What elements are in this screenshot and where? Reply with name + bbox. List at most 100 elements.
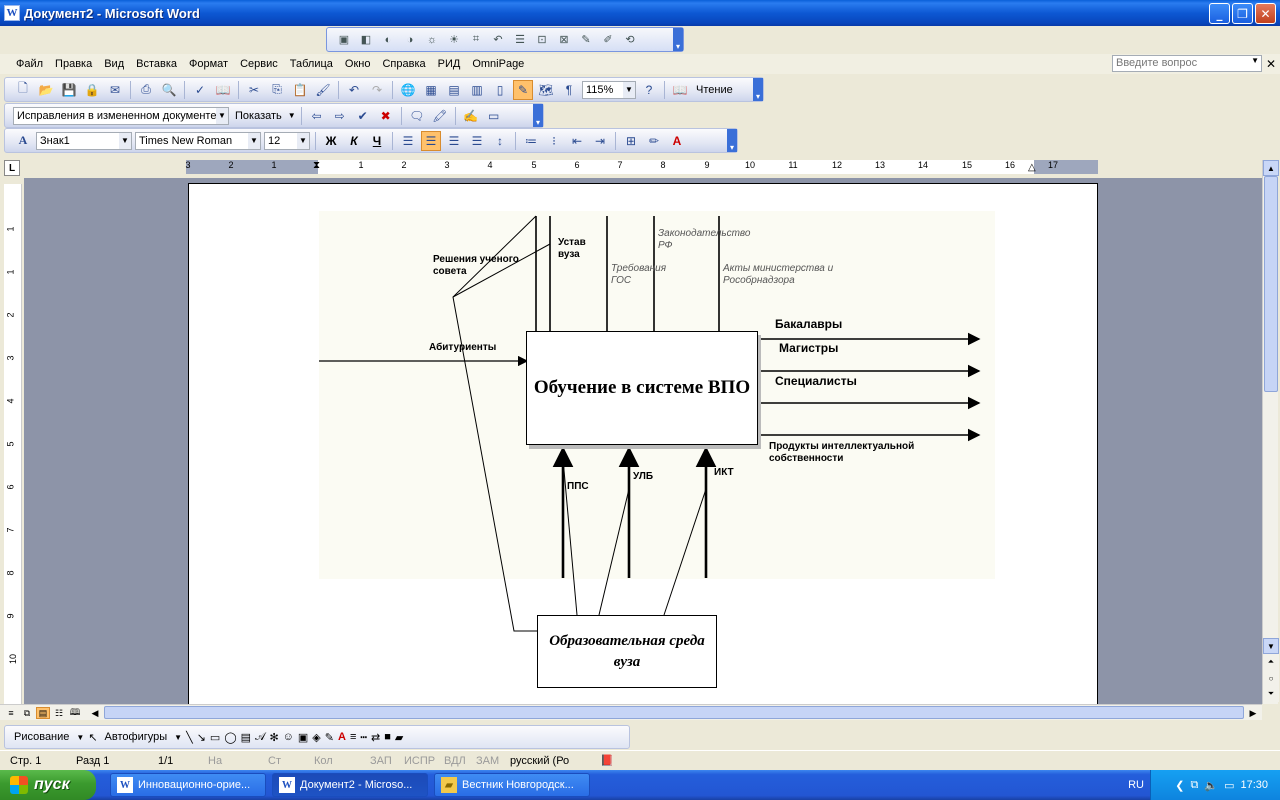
- decrease-indent-icon[interactable]: ⇤: [567, 131, 587, 151]
- tab-selector[interactable]: L: [4, 160, 20, 176]
- open-icon[interactable]: 📂: [36, 80, 56, 100]
- status-overtype[interactable]: ЗАМ: [472, 755, 506, 767]
- right-indent-marker-icon[interactable]: △: [1028, 162, 1036, 173]
- dash-style-icon[interactable]: ┅: [360, 731, 367, 744]
- fill-color-icon[interactable]: ◈: [312, 731, 320, 744]
- insert-excel-icon[interactable]: ▥: [467, 80, 487, 100]
- normal-view-icon[interactable]: ≡: [4, 707, 18, 719]
- help-icon[interactable]: ?: [639, 80, 659, 100]
- align-right-icon[interactable]: ☰: [444, 131, 464, 151]
- select-browse-object-icon[interactable]: ○: [1263, 670, 1279, 686]
- font-color-icon[interactable]: A: [667, 131, 687, 151]
- rotate-icon[interactable]: ↶: [489, 31, 507, 49]
- style-select[interactable]: Знак1 ▼: [36, 131, 132, 150]
- increase-indent-icon[interactable]: ⇥: [590, 131, 610, 151]
- line-icon[interactable]: ╲: [186, 731, 193, 744]
- menu-window[interactable]: Окно: [339, 58, 377, 70]
- reviewing-pane-icon[interactable]: ▭: [484, 106, 504, 126]
- new-document-icon[interactable]: 🗋: [13, 80, 33, 100]
- copy-icon[interactable]: ⎘: [267, 80, 287, 100]
- oval-icon[interactable]: ◯: [224, 731, 236, 744]
- show-menu-button[interactable]: Показать: [232, 110, 285, 122]
- clip-art-icon[interactable]: ☺: [283, 731, 294, 743]
- menu-edit[interactable]: Правка: [49, 58, 98, 70]
- rectangle-icon[interactable]: ▭: [210, 731, 220, 744]
- next-change-icon[interactable]: ⇨: [330, 106, 350, 126]
- spelling-icon[interactable]: ✓: [190, 80, 210, 100]
- permission-icon[interactable]: 🔒: [82, 80, 102, 100]
- toolbar-options-icon[interactable]: ▾: [727, 129, 737, 152]
- highlight-icon[interactable]: 🖍: [430, 106, 450, 126]
- spelling-status-icon[interactable]: 📕: [584, 754, 614, 767]
- previous-change-icon[interactable]: ⇦: [307, 106, 327, 126]
- monitor-icon[interactable]: ▭: [1224, 779, 1234, 792]
- borders-icon[interactable]: ⊞: [621, 131, 641, 151]
- menu-tools[interactable]: Сервис: [234, 58, 284, 70]
- set-transparent-icon[interactable]: ✐: [599, 31, 617, 49]
- italic-button[interactable]: К: [344, 131, 364, 151]
- toolbar-options-icon[interactable]: ▾: [673, 28, 683, 51]
- bold-button[interactable]: Ж: [321, 131, 341, 151]
- bullets-icon[interactable]: ⁝: [544, 131, 564, 151]
- less-contrast-icon[interactable]: ◑: [401, 31, 419, 49]
- redo-icon[interactable]: ↷: [367, 80, 387, 100]
- menu-insert[interactable]: Вставка: [130, 58, 183, 70]
- format-painter-icon[interactable]: 🖌: [313, 80, 333, 100]
- print-preview-icon[interactable]: 🔍: [159, 80, 179, 100]
- horizontal-ruler[interactable]: 3 2 1 1 2 3 4 5 6 7 8 9 10 11 12 13 14 1…: [185, 160, 1098, 174]
- menu-omnipage[interactable]: OmniPage: [466, 58, 530, 70]
- insert-comment-icon[interactable]: 🗨: [407, 106, 427, 126]
- crop-icon[interactable]: ⌗: [467, 31, 485, 49]
- chevron-down-icon[interactable]: ▼: [216, 107, 228, 124]
- horizontal-scrollbar[interactable]: ≡ ⧉ ▤ ☷ 🕮 ◀ ▶: [0, 704, 1262, 720]
- track-changes-icon[interactable]: ✍: [461, 106, 481, 126]
- menu-help[interactable]: Справка: [376, 58, 431, 70]
- compress-icon[interactable]: ⊡: [533, 31, 551, 49]
- outline-view-icon[interactable]: ☷: [52, 707, 66, 719]
- scroll-left-icon[interactable]: ◀: [88, 707, 102, 719]
- align-left-icon[interactable]: ☰: [398, 131, 418, 151]
- network-icon[interactable]: ⧉: [1191, 779, 1199, 792]
- print-icon[interactable]: ⎙: [136, 80, 156, 100]
- menu-format[interactable]: Формат: [183, 58, 234, 70]
- scroll-right-icon[interactable]: ▶: [1246, 707, 1260, 719]
- justify-icon[interactable]: ☰: [467, 131, 487, 151]
- line-color-icon[interactable]: ✎: [325, 731, 334, 744]
- underline-button[interactable]: Ч: [367, 131, 387, 151]
- menu-rid[interactable]: РИД: [432, 58, 467, 70]
- taskbar-item-active[interactable]: W Документ2 - Microso...: [272, 773, 428, 797]
- indent-marker-icon[interactable]: ⧗: [313, 160, 320, 171]
- align-center-icon[interactable]: ☰: [421, 130, 441, 151]
- zoom-select[interactable]: 115% ▼: [582, 80, 636, 99]
- save-icon[interactable]: 💾: [59, 80, 79, 100]
- next-page-icon[interactable]: ⏷: [1263, 686, 1279, 702]
- environment-box[interactable]: Образовательная среда вуза: [537, 615, 717, 688]
- toolbar-options-icon[interactable]: ▾: [753, 78, 763, 101]
- chevron-down-icon[interactable]: ▼: [248, 132, 260, 149]
- accept-change-icon[interactable]: ✔: [353, 106, 373, 126]
- diagram-icon[interactable]: ✻: [269, 731, 278, 744]
- taskbar-item[interactable]: W Инновационно-орие...: [110, 773, 266, 797]
- read-icon[interactable]: 📖: [670, 80, 690, 100]
- tables-borders-icon[interactable]: ▦: [421, 80, 441, 100]
- scroll-thumb[interactable]: [1264, 176, 1278, 392]
- chevron-down-icon[interactable]: ▼: [1251, 56, 1259, 65]
- picture-icon[interactable]: ▣: [298, 731, 308, 744]
- status-extend[interactable]: ВДЛ: [440, 755, 472, 767]
- wordart-icon[interactable]: 𝒜: [255, 731, 265, 744]
- insert-table-icon[interactable]: ▤: [444, 80, 464, 100]
- maximize-button[interactable]: ❐: [1232, 3, 1253, 24]
- chevron-down-icon[interactable]: ▼: [174, 733, 182, 742]
- menu-file[interactable]: Файл: [10, 58, 49, 70]
- menu-view[interactable]: Вид: [98, 58, 130, 70]
- ask-question-input[interactable]: Введите вопрос ▼: [1112, 55, 1262, 72]
- insert-picture-icon[interactable]: ▣: [335, 31, 353, 49]
- highlight-color-icon[interactable]: ✏: [644, 131, 664, 151]
- start-button[interactable]: пуск: [0, 770, 96, 800]
- menu-table[interactable]: Таблица: [284, 58, 339, 70]
- vertical-scrollbar[interactable]: ▲ ▼ ⏶ ○ ⏷: [1262, 160, 1279, 704]
- 3d-style-icon[interactable]: ▰: [395, 731, 403, 744]
- numbering-icon[interactable]: ≔: [521, 131, 541, 151]
- less-brightness-icon[interactable]: ☀: [445, 31, 463, 49]
- web-view-icon[interactable]: ⧉: [20, 707, 34, 719]
